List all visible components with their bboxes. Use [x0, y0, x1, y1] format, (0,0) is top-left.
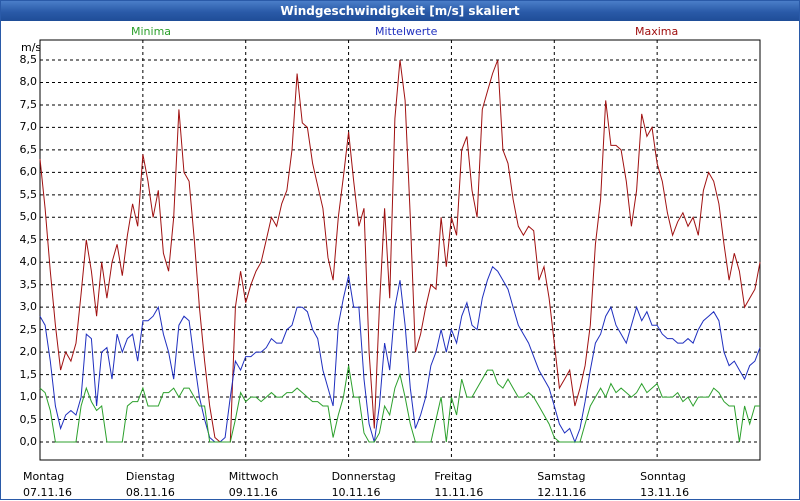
series-line-mittelwerte	[39, 265, 761, 444]
chart-plot	[39, 39, 761, 461]
series-line-maxima	[39, 59, 761, 443]
series-line-minima	[39, 365, 760, 443]
